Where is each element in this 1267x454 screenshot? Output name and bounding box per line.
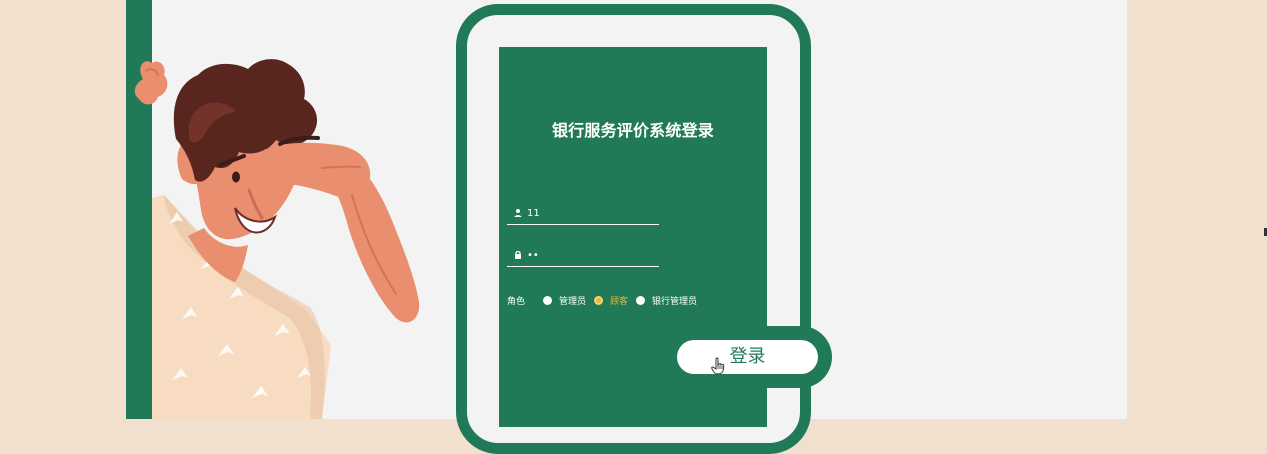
- login-button[interactable]: 登录: [677, 340, 818, 374]
- role-option-customer[interactable]: 顾客: [594, 294, 628, 307]
- selected-radio-button[interactable]: [594, 295, 604, 305]
- role-option-label: 顾客: [610, 296, 629, 307]
- login-title: 银行服务评价系统登录: [551, 121, 714, 140]
- password-input[interactable]: [527, 247, 652, 263]
- role-option-label: 银行管理员: [652, 296, 698, 307]
- user-icon: [514, 209, 522, 217]
- username-field: [507, 204, 659, 225]
- radio-button[interactable]: [636, 295, 646, 305]
- hand-cursor-icon: [711, 357, 725, 375]
- role-option-label: 管理员: [559, 296, 587, 307]
- username-input[interactable]: [527, 205, 652, 221]
- role-option-bank-admin[interactable]: 银行管理员: [636, 294, 697, 307]
- radio-button[interactable]: [543, 295, 553, 305]
- password-field: [507, 246, 659, 267]
- lock-icon: [515, 251, 521, 259]
- role-label: 角色: [507, 296, 526, 307]
- role-option-admin[interactable]: 管理员: [543, 294, 586, 307]
- role-selector: 角色 管理员 顾客 银行管理员: [507, 293, 705, 307]
- peeking-person-illustration: [134, 59, 420, 419]
